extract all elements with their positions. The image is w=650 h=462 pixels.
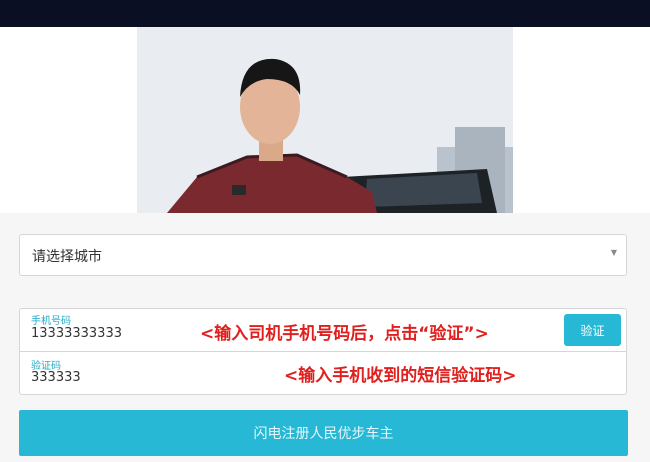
city-select-value: 请选择城市 xyxy=(32,249,102,265)
top-bar xyxy=(0,0,650,27)
verify-button[interactable]: 验证 xyxy=(564,314,621,346)
phone-field-label: 手机号码 xyxy=(31,316,71,327)
hero-section xyxy=(0,27,650,213)
code-field-value[interactable]: 333333 xyxy=(31,370,81,385)
phone-field-value[interactable]: 13333333333 xyxy=(31,326,122,341)
code-annotation: <输入手机收到的短信验证码> xyxy=(284,366,517,386)
city-select[interactable]: 请选择城市 ▼ xyxy=(19,234,627,276)
phone-annotation: <输入司机手机号码后，点击“验证”> xyxy=(200,324,489,344)
submit-button[interactable]: 闪电注册人民优步车主 xyxy=(19,410,628,456)
caret-down-icon: ▼ xyxy=(610,248,617,257)
phone-field[interactable]: 手机号码 13333333333 <输入司机手机号码后，点击“验证”> 验证 xyxy=(19,308,627,352)
code-field[interactable]: 验证码 333333 <输入手机收到的短信验证码> xyxy=(19,352,627,395)
driver-photo-illustration xyxy=(137,27,513,213)
driver-photo xyxy=(137,27,513,213)
